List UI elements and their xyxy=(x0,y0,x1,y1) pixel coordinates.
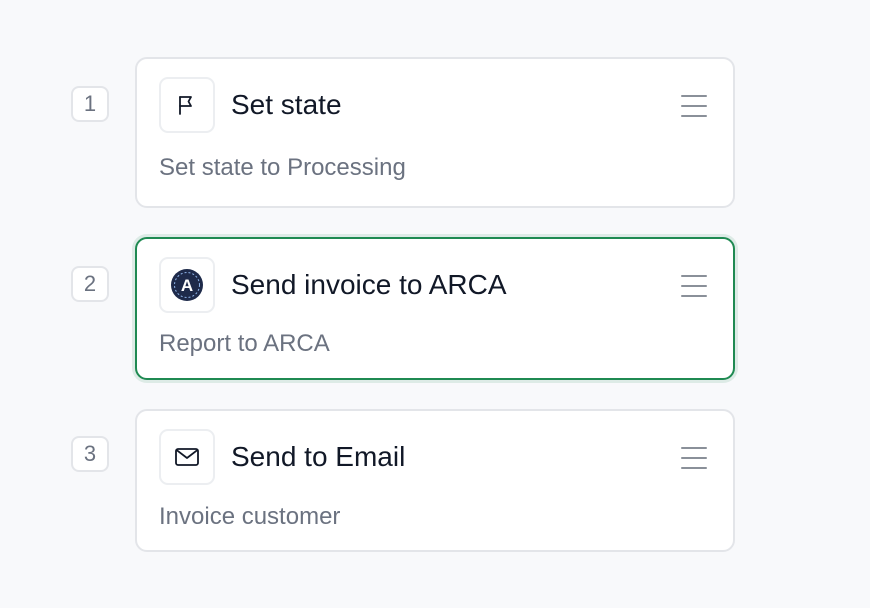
workflow-step: 3 Send to Email Invoice customer xyxy=(71,409,735,552)
mail-icon xyxy=(175,448,199,466)
step-icon-container xyxy=(159,429,215,485)
arca-logo-icon: A xyxy=(171,269,203,301)
workflow-step: 2 A Send invoice to ARCA Report to ARCA xyxy=(71,237,735,380)
step-subtitle: Invoice customer xyxy=(159,503,341,530)
step-title: Set state xyxy=(231,89,342,120)
step-number: 2 xyxy=(71,266,109,302)
step-card-send-invoice-arca[interactable]: A Send invoice to ARCA Report to ARCA xyxy=(135,237,735,380)
drag-handle-icon[interactable] xyxy=(681,95,707,117)
step-icon-container: A xyxy=(159,257,215,313)
drag-handle-icon[interactable] xyxy=(681,447,707,469)
step-subtitle: Report to ARCA xyxy=(159,330,330,357)
step-number: 1 xyxy=(71,86,109,122)
step-subtitle: Set state to Processing xyxy=(159,154,406,181)
flag-icon xyxy=(179,96,192,115)
drag-handle-icon[interactable] xyxy=(681,275,707,297)
step-card-set-state[interactable]: Set state Set state to Processing xyxy=(135,57,735,208)
step-card-send-to-email[interactable]: Send to Email Invoice customer xyxy=(135,409,735,552)
arca-logo-letter: A xyxy=(181,276,193,295)
step-icon-container xyxy=(159,77,215,133)
workflow-step: 1 Set state Set state to Processing xyxy=(71,57,735,208)
step-number: 3 xyxy=(71,436,109,472)
step-title: Send invoice to ARCA xyxy=(231,269,507,300)
step-title: Send to Email xyxy=(231,441,406,472)
